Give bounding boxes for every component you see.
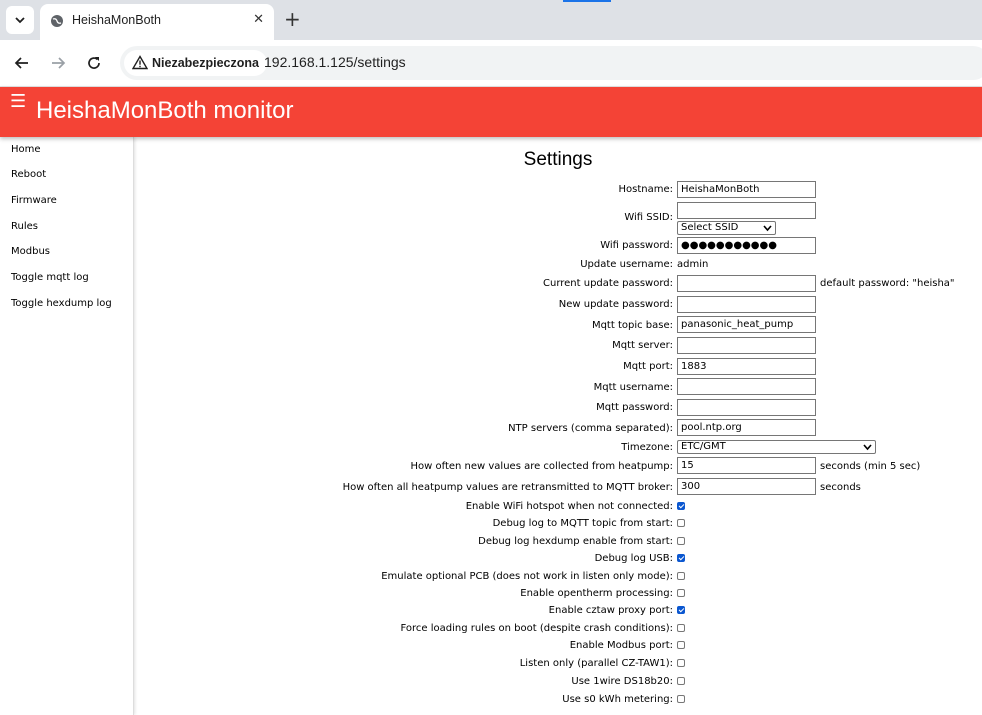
checkbox-label: Enable WiFi hotspot when not connected: [465,501,673,512]
retransmit-interval-input[interactable]: 300 [677,478,816,495]
wifi-ssid-label: Wifi SSID: [624,212,673,223]
wifi-password-label: Wifi password: [600,240,673,251]
ntp-servers-input[interactable]: pool.ntp.org [677,419,816,436]
globe-icon [51,15,63,27]
sidebar-item-firmware[interactable]: Firmware [11,195,57,206]
browser-tab-strip: HeishaMonBoth ✕ + [0,0,982,40]
update-username-label: Update username: [580,259,673,270]
back-button[interactable] [10,51,34,75]
chevron-down-icon [15,17,25,24]
sidebar-item-modbus[interactable]: Modbus [11,246,50,257]
current-update-password-label: Current update password: [543,278,673,289]
mqtt-server-label: Mqtt server: [612,340,673,351]
timezone-select[interactable]: ETC/GMT [677,440,876,454]
reload-button[interactable] [82,51,106,75]
debug-mqtt-checkbox[interactable] [677,519,685,527]
chevron-down-icon [863,444,872,451]
reload-icon [88,57,100,69]
mqtt-server-input[interactable] [677,337,816,354]
hostname-label: Hostname: [618,184,674,195]
arrow-right-icon [52,57,66,69]
security-label: Niezabezpieczona [152,56,259,70]
close-tab-icon[interactable]: ✕ [253,12,264,27]
checkbox-label: Enable cztaw proxy port: [548,605,673,616]
new-update-password-input[interactable] [677,296,816,313]
warning-icon [132,55,148,70]
modbus-port-checkbox[interactable] [677,641,685,649]
force-rules-checkbox[interactable] [677,624,685,632]
collect-interval-label: How often new values are collected from … [410,461,673,472]
s0-metering-checkbox[interactable] [677,695,685,703]
security-chip[interactable]: Niezabezpieczona [124,50,267,76]
checkbox-label: Listen only (parallel CZ-TAW1): [519,658,673,669]
sidebar-item-rules[interactable]: Rules [11,221,38,232]
debug-usb-checkbox[interactable] [677,554,685,562]
tab-accent-bar [563,0,611,2]
new-tab-button[interactable]: + [284,8,301,30]
mqtt-username-input[interactable] [677,378,816,395]
checkbox-label: Force loading rules on boot (despite cra… [400,623,673,634]
mqtt-password-label: Mqtt password: [596,402,673,413]
checkbox-label: Emulate optional PCB (does not work in l… [381,571,673,582]
menu-icon[interactable]: ☰ [10,91,26,112]
ssid-select[interactable]: Select SSID [677,221,776,235]
debug-hexdump-checkbox[interactable] [677,537,685,545]
collect-interval-note: seconds (min 5 sec) [820,461,921,472]
checkbox-label: Debug log hexdump enable from start: [478,536,673,547]
update-username-value: admin [677,259,709,270]
wifi-password-input[interactable]: ●●●●●●●●●●● [677,237,816,254]
collect-interval-input[interactable]: 15 [677,457,816,474]
settings-form: Hostname: HeishaMonBoth Wifi SSID: Selec… [134,137,982,715]
app-header: ☰ HeishaMonBoth monitor [0,87,982,137]
timezone-label: Timezone: [621,442,673,453]
timezone-select-value: ETC/GMT [681,441,726,452]
checkbox-label: Debug log USB: [594,553,673,564]
checkbox-label: Use s0 kWh metering: [562,694,673,705]
mqtt-topic-base-input[interactable]: panasonic_heat_pump [677,316,816,333]
checkbox-label: Enable Modbus port: [569,640,673,651]
new-update-password-label: New update password: [558,299,673,310]
url-text[interactable]: 192.168.1.125/settings [264,54,406,70]
emulate-pcb-checkbox[interactable] [677,572,685,580]
tab-search-button[interactable] [6,6,34,34]
browser-toolbar: Niezabezpieczona 192.168.1.125/settings [0,40,982,87]
sidebar-item-toggle-hexdump-log[interactable]: Toggle hexdump log [11,298,112,309]
hostname-input[interactable]: HeishaMonBoth [677,181,816,198]
retransmit-interval-label: How often all heatpump values are retran… [342,482,673,493]
listen-only-checkbox[interactable] [677,659,685,667]
checkbox-label: Enable opentherm processing: [520,588,673,599]
onewire-checkbox[interactable] [677,677,685,685]
sidebar-item-toggle-mqtt-log[interactable]: Toggle mqtt log [11,272,89,283]
retransmit-interval-note: seconds [820,482,861,493]
ssid-select-value: Select SSID [681,222,739,233]
current-update-password-input[interactable] [677,275,816,292]
default-password-note: default password: "heisha" [820,278,955,289]
sidebar-item-home[interactable]: Home [11,144,41,155]
cztaw-proxy-checkbox[interactable] [677,606,685,614]
mqtt-port-input[interactable]: 1883 [677,358,816,375]
chevron-down-icon [763,225,772,232]
opentherm-checkbox[interactable] [677,589,685,597]
ntp-servers-label: NTP servers (comma separated): [508,423,673,434]
arrow-left-icon [14,57,28,69]
tab-title: HeishaMonBoth [72,13,161,27]
mqtt-username-label: Mqtt username: [593,382,673,393]
sidebar: Home Reboot Firmware Rules Modbus Toggle… [0,137,134,715]
wifi-ssid-input[interactable] [677,202,816,219]
sidebar-item-reboot[interactable]: Reboot [11,169,46,180]
checkbox-label: Debug log to MQTT topic from start: [492,518,673,529]
browser-tab[interactable]: HeishaMonBoth ✕ [40,4,274,40]
forward-button[interactable] [46,51,70,75]
address-bar[interactable]: Niezabezpieczona 192.168.1.125/settings [120,46,982,80]
wifi-hotspot-checkbox[interactable] [677,502,685,510]
mqtt-topic-base-label: Mqtt topic base: [591,320,673,331]
main-content: Settings Hostname: HeishaMonBoth Wifi SS… [134,137,982,715]
checkbox-label: Use 1wire DS18b20: [571,676,673,687]
mqtt-port-label: Mqtt port: [623,361,673,372]
mqtt-password-input[interactable] [677,399,816,416]
app-title: HeishaMonBoth monitor [36,97,294,124]
